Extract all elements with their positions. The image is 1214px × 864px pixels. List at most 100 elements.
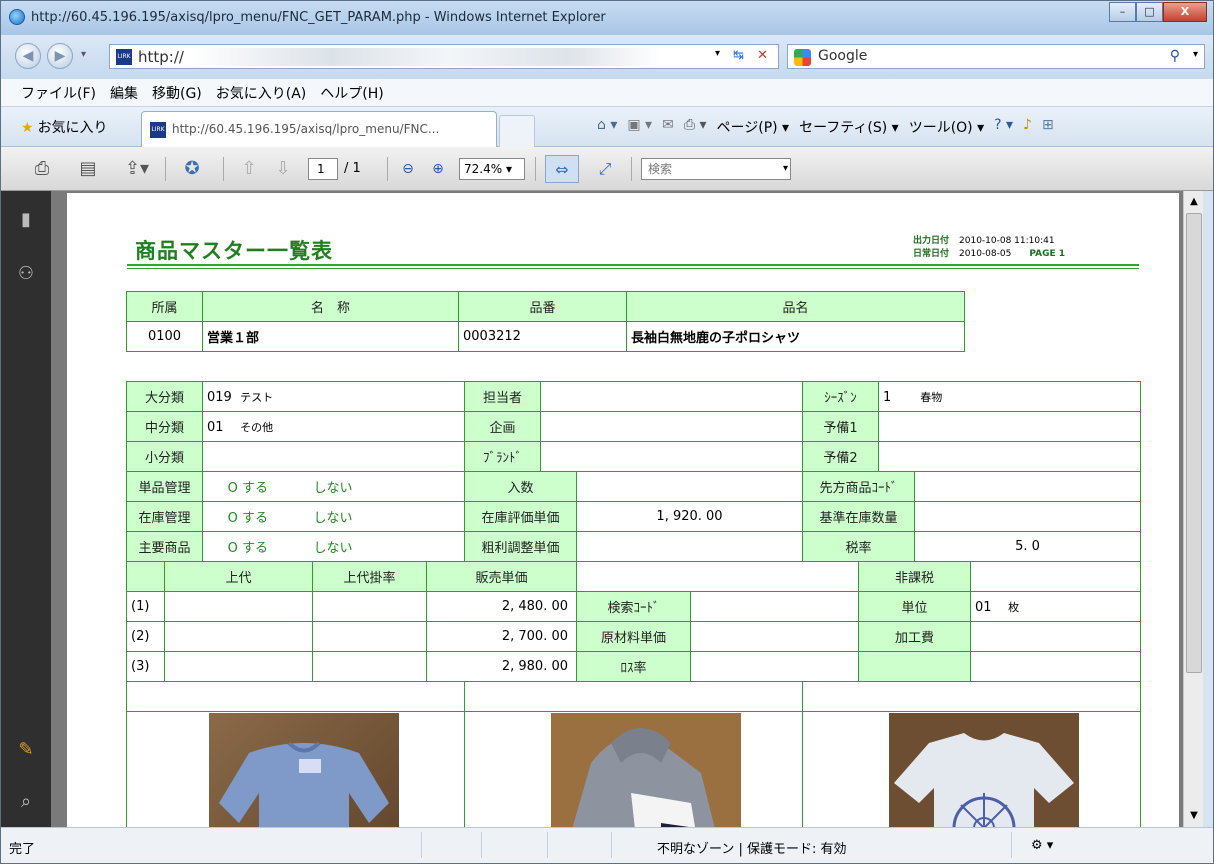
find-dropdown-icon[interactable]: ▾ [783,163,788,174]
refresh-icon[interactable]: ↹ [733,48,744,63]
next-page-icon[interactable]: ⇩ [271,155,295,183]
comments-icon[interactable]: ✎ [15,739,37,761]
major-category-value: 019 テスト [202,381,465,412]
zoom-select[interactable]: 72.4% ▾ [459,158,525,180]
label-tax-exempt: 非課税 [858,561,971,592]
print-icon[interactable]: ⎙ [27,155,57,183]
minimize-button[interactable]: – [1109,2,1136,22]
document-area: 商品マスター一覧表 出力日付 2010-10-08 11:10:41 日常日付 20… [51,191,1183,827]
daily-date-label: 日常日付 [913,249,950,259]
site-favicon-icon: LIRK [116,49,132,65]
page-number-input[interactable]: 1 [308,158,338,180]
fit-width-icon[interactable]: ⇔ [545,155,579,183]
back-button[interactable]: ◀ [15,43,41,69]
label-quantity-per-case: 入数 [464,471,577,502]
favorites-label: お気に入り [37,120,108,136]
zoom-out-icon[interactable]: ⊖ [397,155,419,183]
help-icon[interactable]: ? ▾ [994,117,1013,137]
fit-page-icon[interactable]: ⤢ [591,155,619,183]
address-bar-area: ◀ ▶ ▾ LIRK http:// ▾ ↹ ✕ Google ⚲ ▾ [1,35,1213,79]
pricing-table: 上代 上代掛率 販売単価 非課税 (1) 2, 480. 00 検索ｺｰﾄﾞ 単… [126,561,1141,682]
label-margin-adjust-price: 粗利調整単価 [464,531,577,562]
tab-favicon-icon: LIRK [150,122,166,138]
label-minor-category: 小分類 [126,441,203,472]
attachments-icon[interactable]: ⌕ [15,791,37,813]
browser-tab[interactable]: LIRK http://60.45.196.195/axisq/lpro_men… [141,111,497,147]
feeds-icon[interactable]: ▣ ▾ [627,117,652,137]
search-input[interactable]: Google ⚲ ▾ [787,44,1205,69]
stock-valuation-price-value: 1, 920. 00 [576,501,803,532]
menu-go[interactable]: 移動(G) [152,83,202,103]
home-icon[interactable]: ⌂ ▾ [597,117,617,137]
history-dropdown-icon[interactable]: ▾ [81,49,86,60]
address-dropdown-icon[interactable]: ▾ [715,48,720,59]
address-input[interactable]: LIRK http:// ▾ ↹ ✕ [109,44,779,69]
name-value: 営業１部 [202,321,459,352]
middle-category-value: 01 その他 [202,411,465,442]
maximize-button[interactable]: □ [1136,2,1163,22]
menu-file[interactable]: ファイル(F) [21,83,96,103]
browser-window: http://60.45.196.195/axisq/lpro_menu/FNC… [0,0,1214,864]
main-product-options: O する しない [202,531,465,562]
affiliation-value: 0100 [126,321,203,352]
page-menu[interactable]: ページ(P) ▾ [717,117,790,137]
stop-icon[interactable]: ✕ [757,48,768,63]
scroll-down-icon[interactable]: ▼ [1186,807,1202,825]
pages-icon[interactable]: ▮ [15,209,37,231]
item-number-value: 0003212 [458,321,627,352]
title-underline-thin [127,268,1139,269]
zoom-status-icon[interactable]: ⚙ ▾ [1031,838,1053,853]
daily-date: 2010-08-05 [959,249,1012,259]
menu-favorites[interactable]: お気に入り(A) [216,83,307,103]
tax-rate-value: 5. 0 [914,531,1141,562]
pdf-page: 商品マスター一覧表 出力日付 2010-10-08 11:10:41 日常日付 20… [67,193,1179,827]
pdf-settings-icon[interactable]: ✪ [177,155,207,183]
close-button[interactable]: X [1163,2,1207,22]
menu-edit[interactable]: 編集 [110,83,138,103]
save-icon[interactable]: ▤ [73,155,103,183]
report-title: 商品マスター一覧表 [135,239,333,263]
find-binoculars-icon[interactable]: ⚇ [15,263,37,285]
zoom-value: 72.4% [464,162,503,176]
label-stock-management: 在庫管理 [126,501,203,532]
item-detail-table: 大分類 019 テスト 担当者 ｼｰｽﾞﾝ 1 春物 中分類 01 その他 企画… [126,381,1141,472]
col-item-number: 品番 [458,291,627,322]
output-date-label: 出力日付 [913,236,950,246]
toolbar-extension-icon[interactable]: ⊞ [1042,117,1054,137]
blurred-url [190,48,660,66]
research-icon[interactable]: ♪ [1023,117,1032,137]
menu-help[interactable]: ヘルプ(H) [320,83,383,103]
label-selling-price: 販売単価 [426,561,577,592]
mail-icon[interactable]: ✉ [662,117,674,137]
brand-value [540,441,803,472]
share-icon[interactable]: ⇪▾ [117,155,157,183]
label-item-management: 単品管理 [126,471,203,502]
search-icon[interactable]: ⚲ [1170,48,1180,64]
security-zone: 不明なゾーン | 保護モード: 有効 [657,842,847,857]
report-meta: 出力日付 2010-10-08 11:10:41 日常日付 2010-08-05 PA… [913,235,1065,261]
label-person-in-charge: 担当者 [464,381,541,412]
favorites-bar: ★ お気に入り LIRK http://60.45.196.195/axisq/l… [1,107,1213,147]
google-icon [794,49,811,66]
search-options-icon[interactable]: ▾ [1193,49,1198,60]
product-photo-3 [889,713,1079,827]
new-tab-button[interactable] [499,115,535,147]
tax-exempt-value [970,561,1141,592]
tools-menu[interactable]: ツール(O) ▾ [909,117,984,137]
output-date: 2010-10-08 11:10:41 [959,236,1055,246]
scroll-up-icon[interactable]: ▲ [1186,193,1202,211]
safety-menu[interactable]: セーフティ(S) ▾ [799,117,899,137]
management-table: 単品管理 O する しない 入数 先方商品ｺｰﾄﾞ 在庫管理 O する しない … [126,471,1141,562]
print-icon[interactable]: ⎙ ▾ [684,117,707,137]
find-input[interactable]: 検索 [641,158,791,180]
favorites-button[interactable]: ★ お気に入り [21,117,108,137]
star-icon: ★ [21,120,34,136]
zoom-in-icon[interactable]: ⊕ [427,155,449,183]
previous-page-icon[interactable]: ⇧ [237,155,261,183]
product-photo-1 [209,713,399,827]
status-bar: 完了 不明なゾーン | 保護モード: 有効 ⚙ ▾ [1,827,1213,863]
forward-button[interactable]: ▶ [47,43,73,69]
search-engine-label: Google [818,48,868,64]
vertical-scrollbar[interactable]: ▲ ▼ [1183,191,1203,827]
scroll-thumb[interactable] [1186,213,1202,673]
